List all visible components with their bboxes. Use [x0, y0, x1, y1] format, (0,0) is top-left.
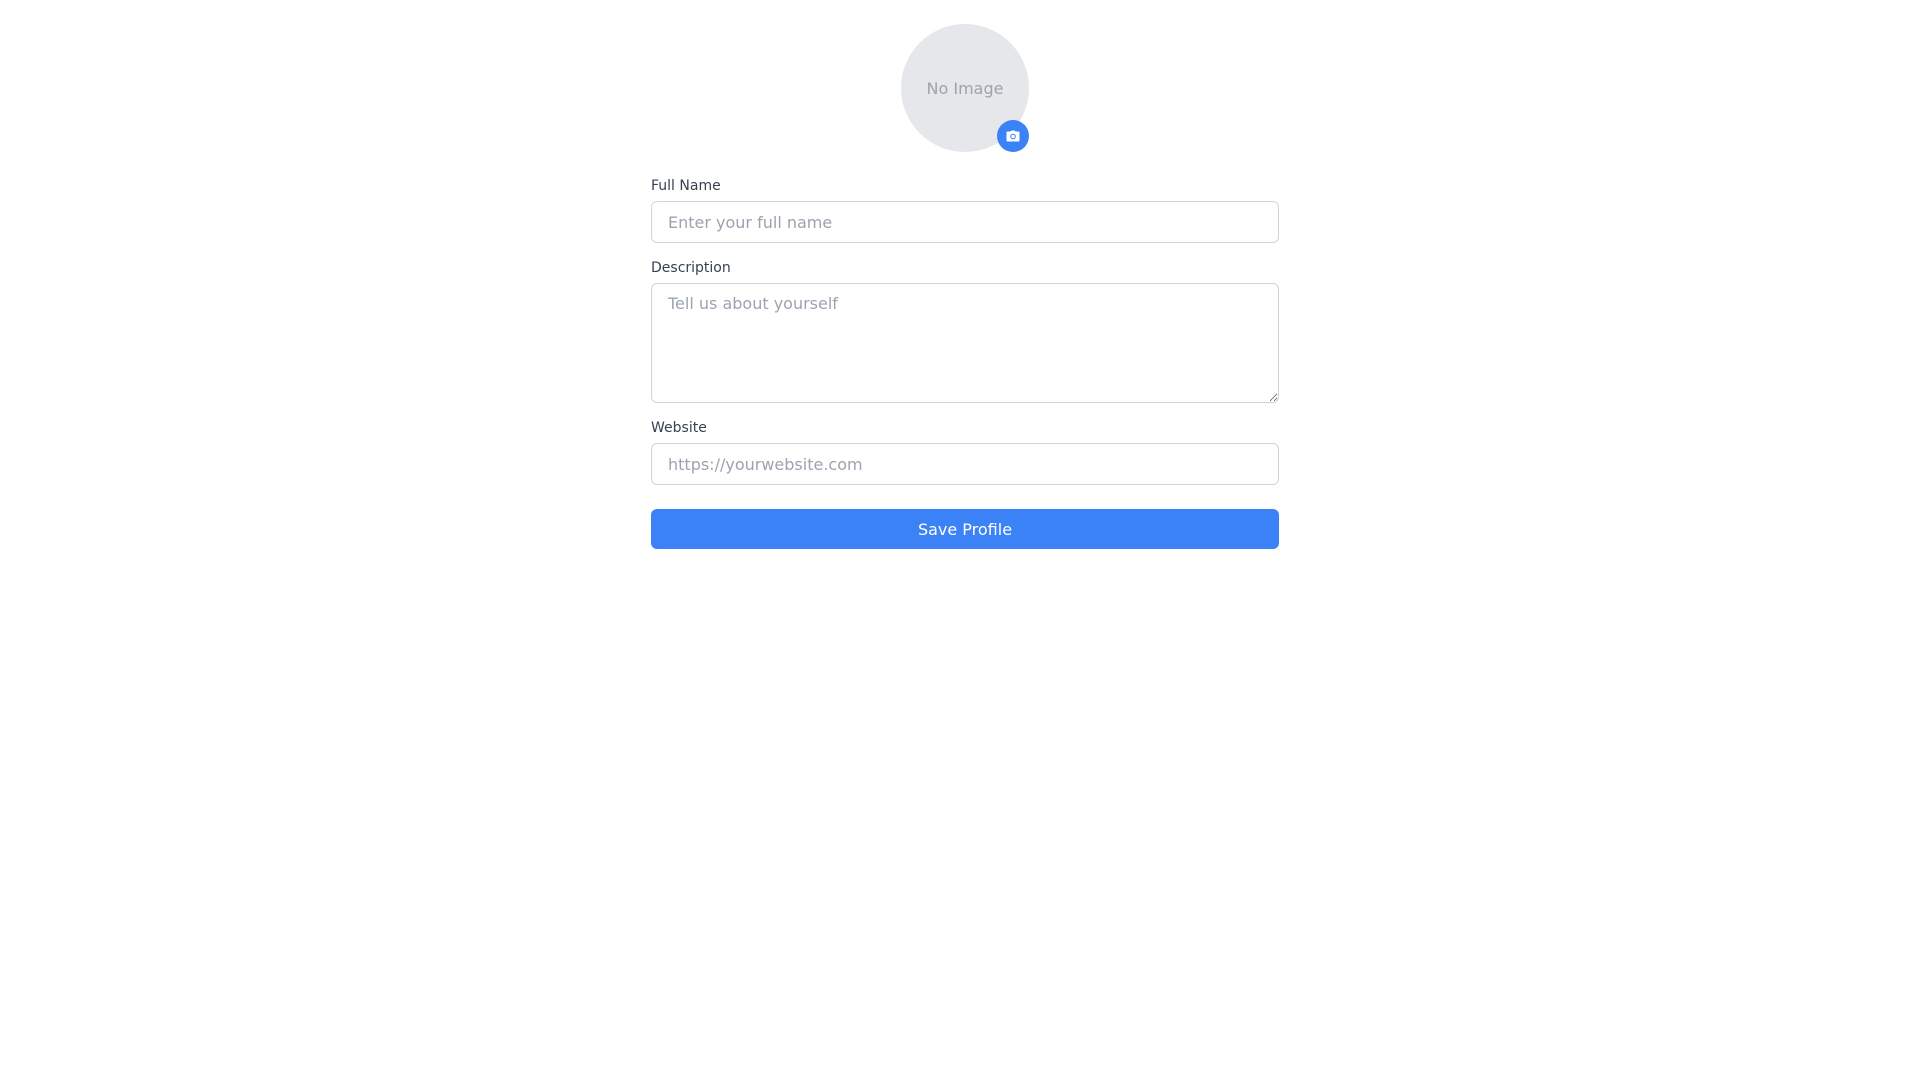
- page: No Image Full Name Description Website S…: [0, 0, 1920, 1080]
- camera-icon: [1006, 130, 1020, 142]
- website-label: Website: [651, 420, 707, 436]
- avatar-area: No Image: [901, 24, 1029, 152]
- profile-form: No Image Full Name Description Website S…: [651, 24, 1279, 549]
- website-input[interactable]: [651, 443, 1279, 485]
- full-name-label: Full Name: [651, 178, 721, 194]
- description-textarea[interactable]: [651, 283, 1279, 403]
- full-name-input[interactable]: [651, 201, 1279, 243]
- avatar-placeholder-text: No Image: [926, 78, 1004, 98]
- website-field: Website: [651, 419, 1279, 485]
- description-field: Description: [651, 259, 1279, 403]
- save-profile-button[interactable]: Save Profile: [651, 509, 1279, 549]
- description-label: Description: [651, 260, 731, 276]
- upload-avatar-button[interactable]: [997, 120, 1029, 152]
- full-name-field: Full Name: [651, 177, 1279, 243]
